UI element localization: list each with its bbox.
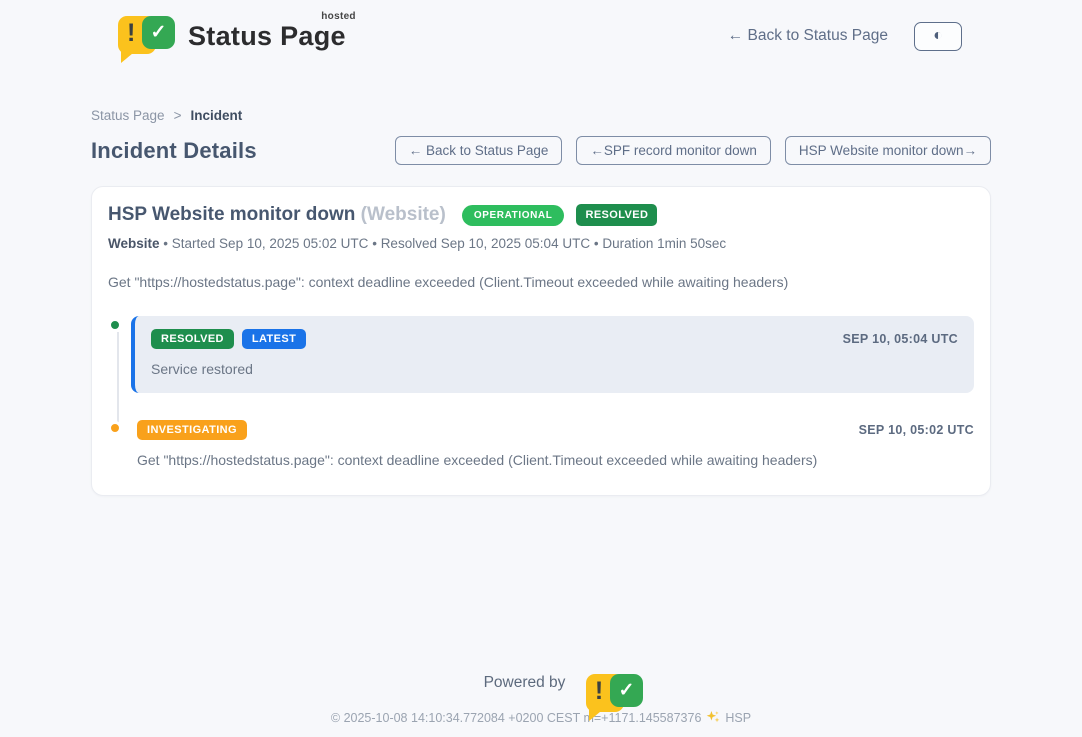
timeline-entry-resolved: RESOLVED LATEST SEP 10, 05:04 UTC Servic…: [131, 316, 974, 393]
half-circle-icon: ◐: [933, 28, 943, 44]
copyright-brand: HSP: [725, 711, 751, 725]
brand-logo[interactable]: ! ✓ Status Page hosted: [118, 16, 350, 56]
timeline-item: RESOLVED LATEST SEP 10, 05:04 UTC Servic…: [108, 316, 974, 393]
timeline-entry-investigating: INVESTIGATING SEP 10, 05:02 UTC Get "htt…: [131, 419, 974, 468]
timeline-message: Service restored: [151, 361, 958, 377]
status-page-logo-icon: ! ✓: [118, 16, 175, 56]
next-incident-button[interactable]: HSP Website monitor down→: [785, 136, 991, 165]
copyright-line: © 2025-10-08 14:10:34.772084 +0200 CEST …: [0, 709, 1082, 726]
incident-card-header: HSP Website monitor down (Website) OPERA…: [108, 204, 974, 226]
incident-component: (Website): [361, 204, 446, 225]
checkmark-icon: ✓: [142, 16, 175, 49]
timeline-timestamp: SEP 10, 05:02 UTC: [859, 423, 974, 437]
main-content: Status Page > Incident Incident Details …: [91, 108, 991, 496]
brand-name: Status Page hosted: [188, 21, 350, 52]
brand-name-text: Status Page: [188, 21, 346, 51]
title-row: Incident Details ← Back to Status Page ←…: [91, 136, 991, 165]
header: ! ✓ Status Page hosted ← Back to Status …: [0, 0, 1082, 62]
breadcrumb-separator: >: [174, 108, 182, 123]
logo-bubble-tail: [121, 49, 138, 63]
incident-title-text: HSP Website monitor down: [108, 204, 355, 225]
back-to-status-page-link[interactable]: ← Back to Status Page: [728, 27, 888, 45]
page-title: Incident Details: [91, 138, 257, 164]
timeline-timestamp: SEP 10, 05:04 UTC: [843, 332, 958, 346]
timeline-message: Get "https://hostedstatus.page": context…: [137, 452, 974, 468]
timeline-entry-header: INVESTIGATING SEP 10, 05:02 UTC: [137, 420, 974, 440]
meta-separator: •: [372, 236, 377, 251]
investigating-badge: INVESTIGATING: [137, 420, 247, 440]
resolved-status-badge: RESOLVED: [576, 204, 657, 226]
brand-superscript: hosted: [321, 11, 356, 22]
timeline-dot-resolved: [108, 318, 122, 332]
back-to-status-page-button[interactable]: ← Back to Status Page: [395, 136, 563, 165]
timeline-dot-investigating: [108, 421, 122, 435]
incident-meta: Website • Started Sep 10, 2025 05:02 UTC…: [108, 236, 974, 251]
timeline-item: INVESTIGATING SEP 10, 05:02 UTC Get "htt…: [108, 419, 974, 468]
meta-resolved: Resolved Sep 10, 2025 05:04 UTC: [381, 236, 590, 251]
meta-separator: •: [594, 236, 599, 251]
footer: Powered by ! ✓ © 2025-10-08 14:10:34.772…: [0, 672, 1082, 726]
incident-description: Get "https://hostedstatus.page": context…: [108, 274, 974, 290]
incident-nav-buttons: ← Back to Status Page ←SPF record monito…: [395, 136, 991, 165]
incident-title: HSP Website monitor down (Website): [108, 204, 446, 226]
powered-by-text: Powered by: [484, 674, 566, 692]
powered-by: Powered by ! ✓: [0, 672, 1082, 694]
breadcrumb-incident: Incident: [190, 108, 242, 123]
meta-started: Started Sep 10, 2025 05:02 UTC: [172, 236, 369, 251]
prev-incident-button[interactable]: ←SPF record monitor down: [576, 136, 771, 165]
operational-status-badge: OPERATIONAL: [462, 205, 565, 226]
timeline-badges: RESOLVED LATEST: [151, 329, 306, 349]
exclamation-icon: !: [127, 19, 135, 48]
latest-badge: LATEST: [242, 329, 306, 349]
meta-separator: •: [163, 236, 168, 251]
breadcrumb: Status Page > Incident: [91, 108, 991, 123]
breadcrumb-status-page[interactable]: Status Page: [91, 108, 165, 123]
timeline-entry-header: RESOLVED LATEST SEP 10, 05:04 UTC: [151, 329, 958, 349]
copyright-text: © 2025-10-08 14:10:34.772084 +0200 CEST …: [331, 711, 702, 725]
status-page-mini-logo-icon[interactable]: ! ✓: [573, 674, 598, 696]
sparkles-icon: [706, 710, 720, 727]
header-actions: ← Back to Status Page ◐: [728, 22, 962, 51]
incident-timeline: RESOLVED LATEST SEP 10, 05:04 UTC Servic…: [108, 316, 974, 468]
incident-card: HSP Website monitor down (Website) OPERA…: [91, 186, 991, 496]
meta-component: Website: [108, 236, 160, 251]
theme-toggle-button[interactable]: ◐: [914, 22, 962, 51]
meta-duration: Duration 1min 50sec: [602, 236, 726, 251]
resolved-badge: RESOLVED: [151, 329, 234, 349]
timeline-badges: INVESTIGATING: [137, 420, 247, 440]
